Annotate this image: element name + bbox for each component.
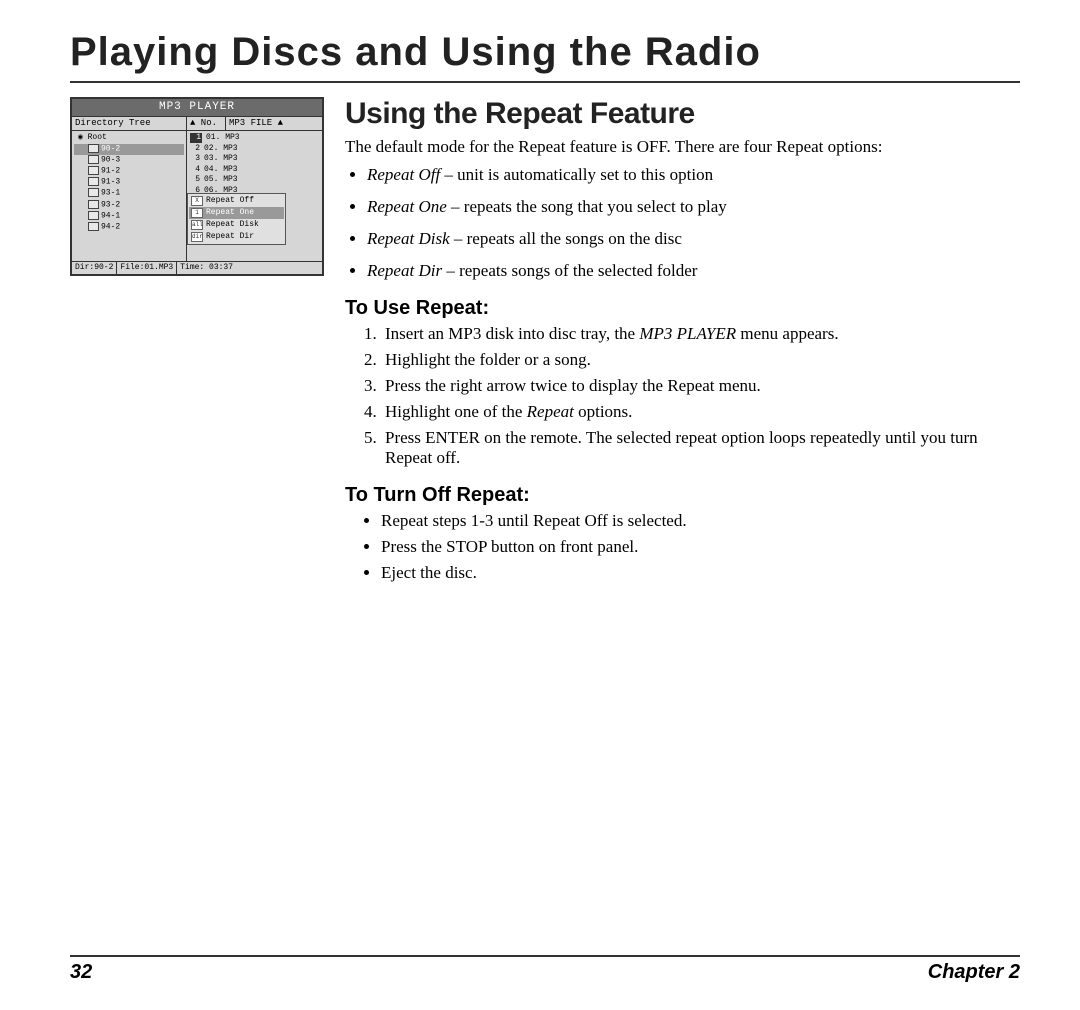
list-item: Highlight one of the Repeat options. (381, 402, 1020, 422)
file-row: 404. MP3 (190, 165, 319, 175)
chapter-label: Chapter 2 (928, 961, 1020, 984)
tree-root: ◉ Root (74, 133, 184, 144)
repeat-menu-item: XRepeat Off (189, 195, 284, 207)
list-item: Repeat One – repeats the song that you s… (367, 197, 1020, 217)
repeat-options-list: Repeat Off – unit is automatically set t… (345, 165, 1020, 281)
repeat-popup-menu: XRepeat Off 1Repeat One allRepeat Disk d… (187, 193, 286, 245)
section-title: Using the Repeat Feature (345, 97, 1020, 131)
file-row: 101. MP3 (190, 133, 319, 143)
list-item: Press the STOP button on front panel. (381, 537, 1020, 557)
page-number: 32 (70, 961, 92, 984)
title-rule (70, 81, 1020, 83)
mp3-player-screenshot: MP3 PLAYER Directory Tree ▲ No. MP3 FILE… (70, 97, 325, 276)
file-row: 202. MP3 (190, 144, 319, 154)
mp3-window-title: MP3 PLAYER (72, 99, 322, 117)
list-item: Highlight the folder or a song. (381, 350, 1020, 370)
tree-item: 90-3 (74, 155, 184, 166)
mp3-file-list: 101. MP3 202. MP3 303. MP3 404. MP3 505.… (187, 131, 322, 261)
list-item: Eject the disc. (381, 563, 1020, 583)
repeat-menu-item: 1Repeat One (189, 207, 284, 219)
chapter-title: Playing Discs and Using the Radio (70, 30, 1020, 75)
file-row: 303. MP3 (190, 154, 319, 164)
tree-item: 90-2 (74, 144, 184, 155)
tree-item: 91-3 (74, 177, 184, 188)
tree-item: 94-2 (74, 222, 184, 233)
list-item: Repeat Disk – repeats all the songs on t… (367, 229, 1020, 249)
subheading-turn-off-repeat: To Turn Off Repeat: (345, 484, 1020, 507)
tree-item: 93-1 (74, 188, 184, 199)
repeat-menu-item: dirRepeat Dir (189, 231, 284, 243)
list-item: Repeat steps 1-3 until Repeat Off is sel… (381, 511, 1020, 531)
mp3-directory-tree: ◉ Root 90-2 90-3 91-2 91-3 93-1 93-2 94-… (72, 131, 187, 261)
tree-item: 94-1 (74, 211, 184, 222)
list-item: Insert an MP3 disk into disc tray, the M… (381, 324, 1020, 344)
mp3-header-tree: Directory Tree (72, 117, 187, 130)
subheading-use-repeat: To Use Repeat: (345, 297, 1020, 320)
list-item: Repeat Off – unit is automatically set t… (367, 165, 1020, 185)
status-file: File:01.MP3 (117, 262, 177, 274)
repeat-menu-item: allRepeat Disk (189, 219, 284, 231)
mp3-status-bar: Dir:90-2 File:01.MP3 Time: 03:37 (72, 261, 322, 274)
status-time: Time: 03:37 (177, 262, 322, 274)
use-repeat-steps: Insert an MP3 disk into disc tray, the M… (345, 324, 1020, 468)
mp3-header-file: MP3 FILE ▲ (226, 117, 322, 130)
tree-item: 91-2 (74, 166, 184, 177)
list-item: Press ENTER on the remote. The selected … (381, 428, 1020, 468)
page-footer: 32 Chapter 2 (70, 955, 1020, 984)
lead-paragraph: The default mode for the Repeat feature … (345, 137, 1020, 157)
turn-off-repeat-steps: Repeat steps 1-3 until Repeat Off is sel… (345, 511, 1020, 583)
file-row: 505. MP3 (190, 175, 319, 185)
list-item: Press the right arrow twice to display t… (381, 376, 1020, 396)
list-item: Repeat Dir – repeats songs of the select… (367, 261, 1020, 281)
mp3-header-no: ▲ No. (187, 117, 226, 130)
tree-item: 93-2 (74, 200, 184, 211)
status-dir: Dir:90-2 (72, 262, 117, 274)
